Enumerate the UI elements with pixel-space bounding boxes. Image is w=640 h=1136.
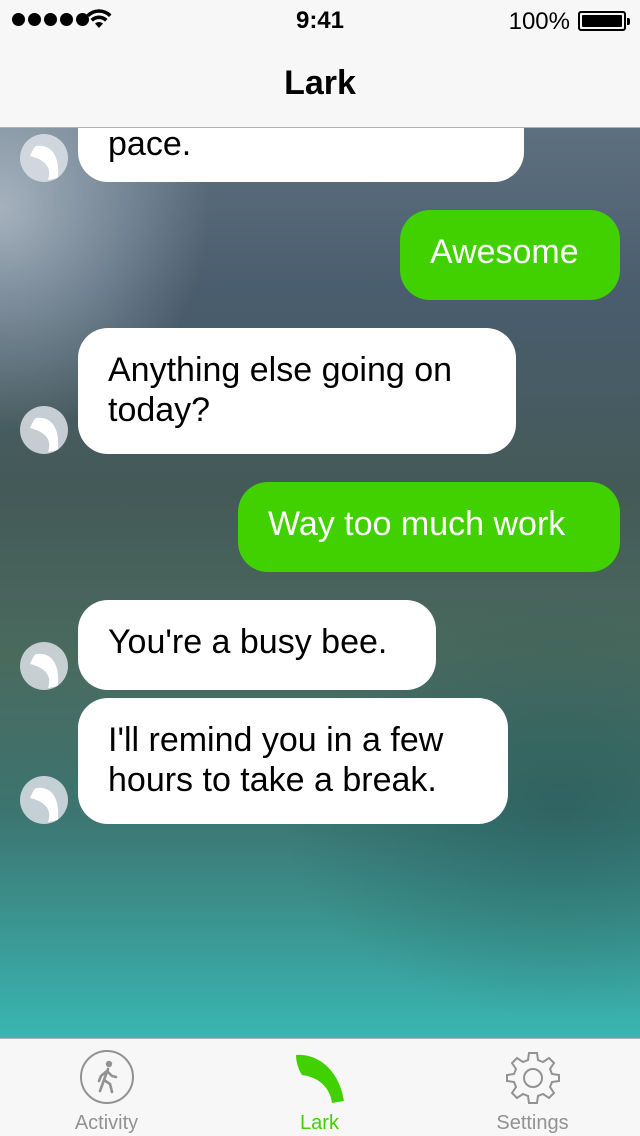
message-text: pace. [108, 128, 192, 163]
walking-person-icon [79, 1050, 134, 1104]
message-text: Anything else going on today? [108, 351, 453, 429]
message-bubble-incoming: I'll remind you in a few hours to take a… [78, 698, 508, 824]
message-text: I'll remind you in a few hours to take a… [108, 721, 444, 799]
tab-label: Activity [74, 1112, 139, 1134]
tab-activity[interactable]: Activity [0, 1039, 213, 1136]
message-bubble-outgoing: Awesome [400, 210, 620, 300]
tab-bar: Activity Lark Settings [0, 1038, 640, 1136]
chat-thread[interactable]: pace. Awesome Anything else going on tod… [0, 128, 640, 1038]
tab-label: Settings [496, 1112, 569, 1134]
tab-lark[interactable]: Lark [213, 1039, 426, 1136]
gear-icon [505, 1052, 560, 1104]
message-text: Awesome [430, 233, 579, 271]
message-text: Way too much work [268, 505, 566, 543]
top-bar: 9:41 100% Lark [0, 0, 640, 128]
battery-percent: 100% [508, 8, 570, 35]
message-bubble-incoming: You're a busy bee. [78, 600, 436, 690]
lark-avatar-icon [20, 134, 68, 182]
tab-label: Lark [300, 1112, 339, 1134]
message-bubble-incoming: pace. [78, 128, 524, 182]
message-text: You're a busy bee. [108, 623, 388, 661]
message-bubble-incoming: Anything else going on today? [78, 328, 516, 454]
status-bar: 9:41 100% [0, 0, 640, 40]
lark-avatar-icon [20, 406, 68, 454]
lark-avatar-icon [20, 642, 68, 690]
page-title: Lark [284, 64, 356, 102]
message-bubble-outgoing: Way too much work [238, 482, 620, 572]
tab-settings[interactable]: Settings [426, 1039, 639, 1136]
lark-avatar-icon [20, 776, 68, 824]
battery-icon [578, 11, 630, 31]
lark-leaf-icon [295, 1054, 344, 1103]
